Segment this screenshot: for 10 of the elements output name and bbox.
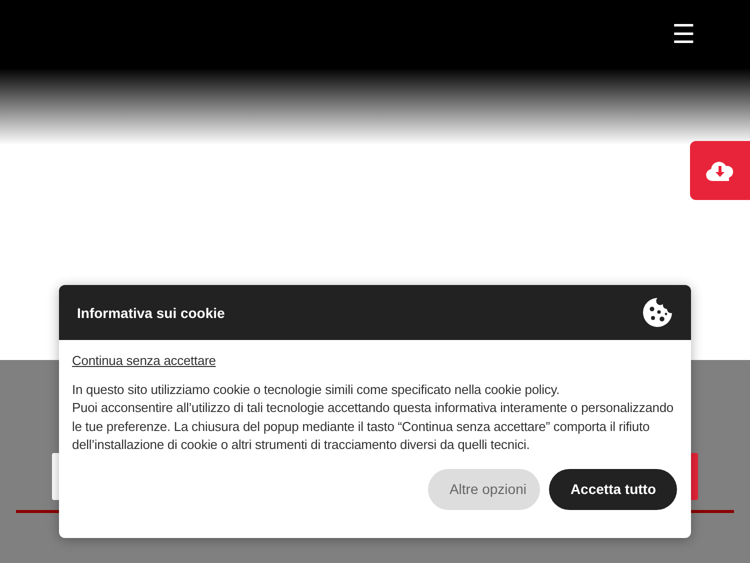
cloud-download-icon — [705, 160, 735, 182]
continue-without-accepting-link[interactable]: Continua senza accettare — [72, 352, 216, 370]
download-button[interactable] — [690, 141, 750, 200]
consent-text: Puoi acconsentire all’utilizzo di tali tecnologie accettando questa informativa interamente o personalizzando le tue preferenze. La chiusura del popup mediante il tasto “Continua senza accettare” comporta il rifiuto dell’installazione di cookie o altri strumenti di tracciamento diversi da quelli tecnici. — [72, 399, 675, 454]
consent-text: In questo sito utilizziamo cookie o tecnologie simili come specificato nella cookie policy. — [72, 380, 561, 399]
menu-button[interactable]: ☰ — [672, 21, 695, 47]
dialog-title: Informativa sui cookie — [77, 304, 225, 320]
cookie-icon — [642, 297, 673, 328]
more-options-button[interactable]: Altre opzioni — [428, 468, 540, 510]
accept-all-button[interactable]: Accetta tutto — [549, 468, 677, 510]
